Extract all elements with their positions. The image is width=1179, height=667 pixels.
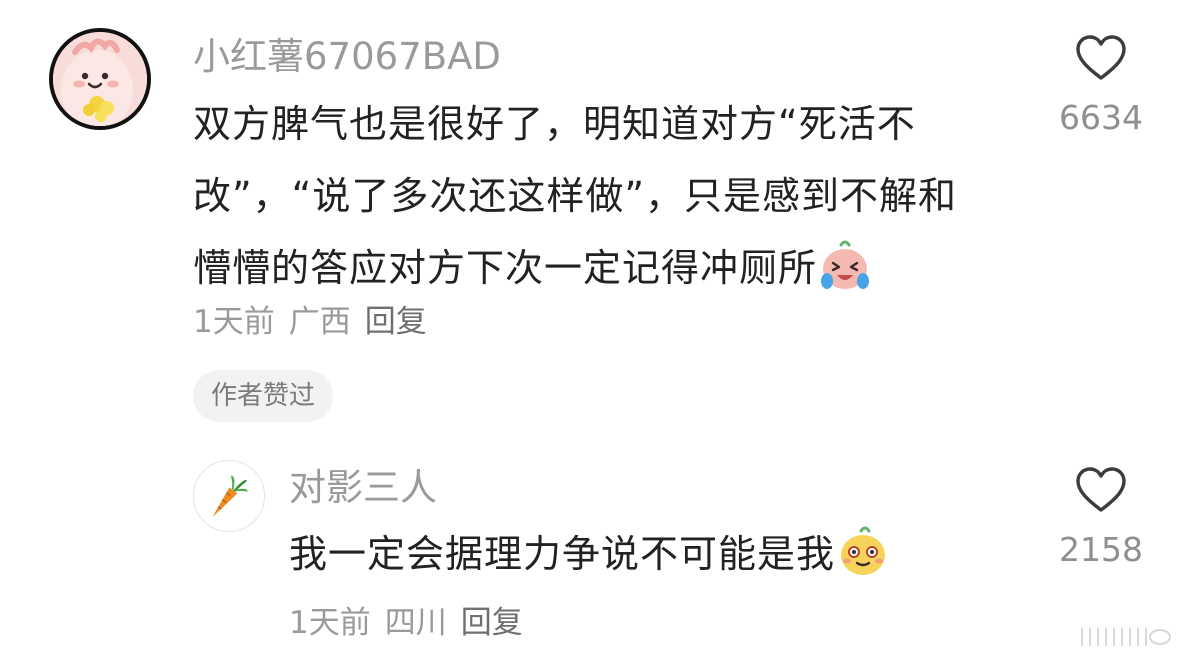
crying-laugh-emoji [821,240,870,289]
reply-location: 四川 [384,605,447,641]
reply-like-button[interactable]: 2158 [1046,466,1156,570]
sly-face-emoji [841,526,886,575]
comment-body[interactable]: 双方脾气也是很好了，明知道对方“死活不 改”，“说了多次还这样做”，只是感到不解… [193,88,1033,304]
reply-body-text: 我一定会据理力争说不可能是我 [289,532,836,576]
comment-meta: 1天前 广西 回复 [193,302,441,342]
comment-time: 1天前 [193,304,275,340]
like-button[interactable]: 6634 [1046,34,1156,138]
reply-like-count: 2158 [1059,530,1143,569]
avatar-illustration [53,32,147,126]
comment-body-line-text: 懵懵的答应对方下次一定记得冲厕所 [193,246,818,290]
comment-body-line: 双方脾气也是很好了，明知道对方“死活不 [193,102,916,146]
heart-icon[interactable] [1075,34,1127,82]
reply-username[interactable]: 对影三人 [289,466,437,510]
comment-body-line: 改”，“说了多次还这样做”，只是感到不解和 [193,174,958,218]
comment-thread: 小红薯67067BAD 双方脾气也是很好了，明知道对方“死活不 改”，“说了多次… [0,0,1179,667]
reply-avatar[interactable] [193,460,265,532]
heart-icon[interactable] [1075,466,1127,514]
comment-body-line-last: 懵懵的答应对方下次一定记得冲厕所 [193,232,1033,304]
reply-body[interactable]: 我一定会据理力争说不可能是我 [289,518,989,590]
avatar[interactable] [49,28,151,130]
carrot-icon [212,475,248,518]
reply-button[interactable]: 回复 [365,304,427,340]
watermark-icon [1081,628,1171,646]
reply-reply-button[interactable]: 回复 [461,605,523,641]
author-liked-badge: 作者赞过 [193,370,334,422]
comment-username[interactable]: 小红薯67067BAD [193,35,501,79]
reply-body-line: 我一定会据理力争说不可能是我 [289,518,989,590]
comment-location: 广西 [288,304,351,340]
reply-meta: 1天前 四川 回复 [289,603,537,643]
reply-time: 1天前 [289,605,371,641]
like-count: 6634 [1059,98,1143,137]
